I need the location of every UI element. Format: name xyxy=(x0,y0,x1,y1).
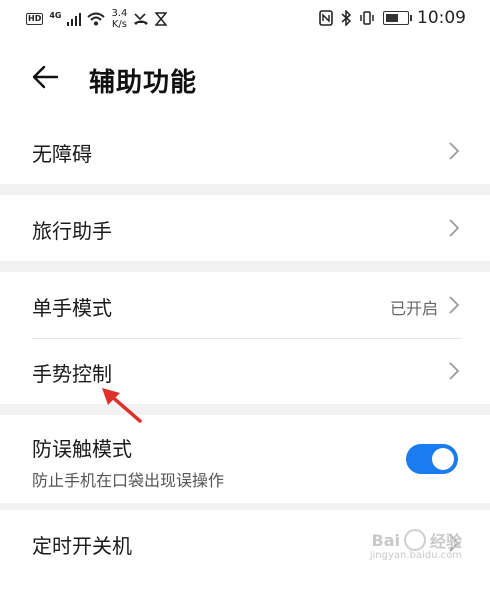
settings-item-travel-assistant[interactable]: 旅行助手 xyxy=(0,195,490,261)
network-speed: 3.4 K/s xyxy=(111,8,127,30)
settings-item-accessibility[interactable]: 无障碍 xyxy=(0,118,490,184)
hd-badge: HD xyxy=(26,13,44,25)
network-type: 4G xyxy=(49,10,62,20)
settings-item-accidental-touch[interactable]: 防误触模式 防止手机在口袋出现误操作 xyxy=(0,415,490,503)
back-arrow-icon[interactable] xyxy=(30,62,60,92)
settings-item-gesture-control[interactable]: 手势控制 xyxy=(0,338,490,404)
settings-item-one-hand-mode[interactable]: 单手模式 已开启 xyxy=(0,272,490,338)
watermark-brand: Bai xyxy=(371,530,400,550)
speed-unit: K/s xyxy=(111,19,127,30)
annotation-arrow-icon xyxy=(102,388,142,423)
settings-group-2: 旅行助手 xyxy=(0,195,490,261)
group-divider xyxy=(0,404,490,415)
watermark-suffix: 经验 xyxy=(429,532,462,551)
settings-group-1: 无障碍 xyxy=(0,118,490,184)
page-title: 辅助功能 xyxy=(89,68,198,98)
settings-item-label: 定时开关机 xyxy=(32,534,132,558)
nfc-icon xyxy=(319,10,333,26)
baidu-paw-icon xyxy=(403,529,426,551)
settings-item-label: 单手模式 xyxy=(32,296,112,320)
speed-value: 3.4 xyxy=(111,8,128,19)
settings-item-label: 旅行助手 xyxy=(32,219,112,243)
settings-item-description: 防止手机在口袋出现误操作 xyxy=(32,471,225,490)
bluetooth-icon xyxy=(341,10,351,26)
baidu-watermark: Bai 经验 jingyan.baidu.com xyxy=(370,528,462,561)
signal-icon xyxy=(67,12,82,26)
chevron-right-icon xyxy=(449,296,460,314)
wifi-icon xyxy=(87,12,106,26)
settings-item-label: 手势控制 xyxy=(32,362,112,386)
group-divider xyxy=(0,184,490,195)
clock: 10:09 xyxy=(417,8,466,28)
accidental-touch-toggle[interactable] xyxy=(406,444,458,474)
toggle-knob xyxy=(432,448,454,470)
vibrate-icon xyxy=(360,11,374,25)
watermark-url: jingyan.baidu.com xyxy=(369,550,462,561)
settings-item-status: 已开启 xyxy=(389,299,438,318)
settings-item-label: 无障碍 xyxy=(32,142,92,166)
settings-group-3: 单手模式 已开启 手势控制 xyxy=(0,272,490,404)
settings-group-4: 防误触模式 防止手机在口袋出现误操作 xyxy=(0,415,490,503)
hourglass-icon xyxy=(155,12,168,26)
group-divider xyxy=(0,261,490,272)
missed-call-icon xyxy=(134,13,149,25)
chevron-right-icon xyxy=(449,362,460,380)
title-bar: 辅助功能 xyxy=(0,52,490,108)
battery-icon xyxy=(383,11,412,25)
chevron-right-icon xyxy=(449,142,460,160)
chevron-right-icon xyxy=(449,219,460,237)
settings-item-label: 防误触模式 xyxy=(32,437,132,461)
status-bar: HD 4G 3.4 K/s 10:09 xyxy=(0,0,490,38)
